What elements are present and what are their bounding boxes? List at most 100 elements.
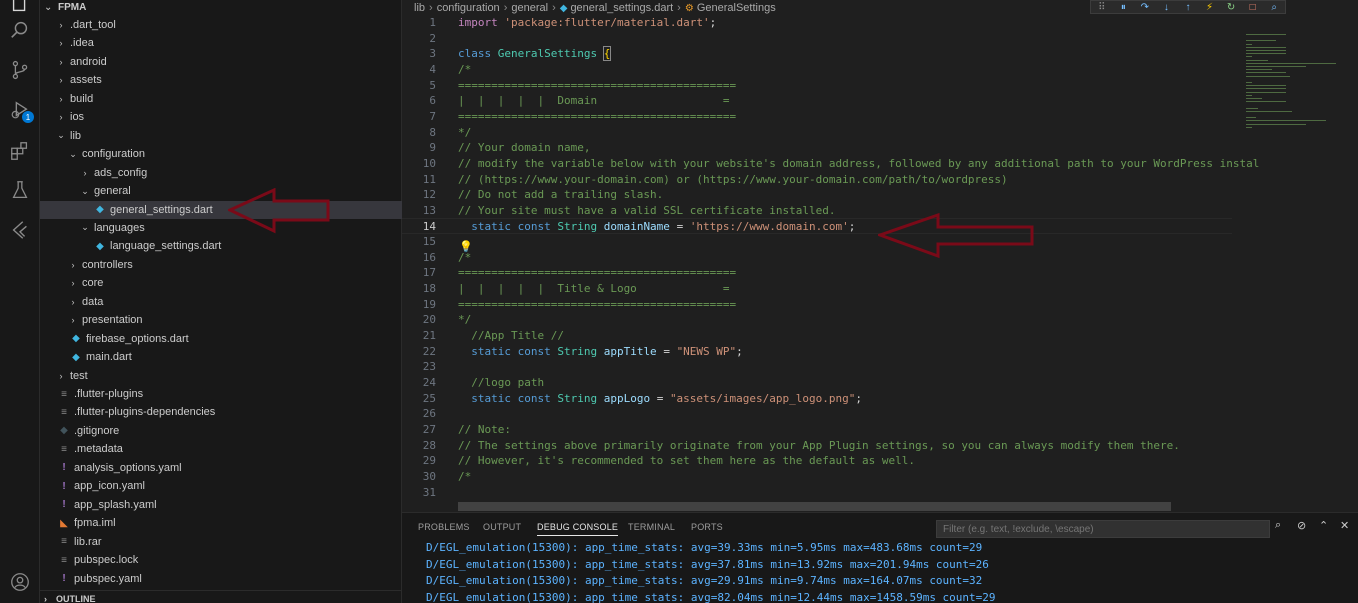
step-over-icon[interactable]: ↷ <box>1138 2 1152 13</box>
search-icon[interactable] <box>8 18 32 42</box>
close-panel-icon[interactable]: ✕ <box>1340 519 1349 532</box>
code-line[interactable]: 15 <box>402 234 1232 250</box>
folder-item[interactable]: › ios <box>40 108 402 126</box>
code-line[interactable]: 11 // (https://www.your-domain.com) or (h… <box>402 172 1232 188</box>
explorer-icon[interactable] <box>8 0 32 16</box>
account-icon[interactable] <box>8 570 32 594</box>
clear-console-icon[interactable]: ⊘ <box>1297 519 1306 532</box>
folder-item[interactable]: › presentation <box>40 311 402 329</box>
folder-item[interactable]: › controllers <box>40 256 402 274</box>
restart-icon[interactable]: ↻ <box>1224 2 1238 13</box>
code-line[interactable]: 17 ======================================… <box>402 265 1232 281</box>
folder-item[interactable]: › ads_config <box>40 164 402 182</box>
code-line[interactable]: 1 import 'package:flutter/material.dart'; <box>402 15 1232 31</box>
code-line[interactable]: 31 <box>402 485 1232 501</box>
devtools-icon[interactable]: ⌕ <box>1267 2 1281 13</box>
console-filter-input[interactable] <box>936 520 1270 538</box>
code-line[interactable]: 22 static const String appTitle = "NEWS … <box>402 344 1232 360</box>
maximize-panel-icon[interactable]: ⌃ <box>1319 519 1328 532</box>
outline-section-header[interactable]: › OUTLINE <box>40 590 401 603</box>
file-item[interactable]: ◆ main.dart <box>40 348 402 366</box>
code-line[interactable]: 29 // However, it's recommended to set th… <box>402 453 1232 469</box>
source-control-icon[interactable] <box>8 58 32 82</box>
folder-item[interactable]: ⌄ lib <box>40 127 402 145</box>
breadcrumb-item[interactable]: lib <box>414 2 425 14</box>
hot-reload-icon[interactable]: ⚡ <box>1203 2 1217 13</box>
explorer-root-header[interactable]: ⌄ FPMA <box>40 0 401 16</box>
code-line[interactable]: 23 <box>402 359 1232 375</box>
folder-item[interactable]: › test <box>40 367 402 385</box>
extensions-icon[interactable] <box>8 139 32 163</box>
file-item[interactable]: ≡ lib.rar <box>40 533 402 551</box>
folder-item[interactable]: › android <box>40 53 402 71</box>
folder-item[interactable]: ⌄ general <box>40 182 402 200</box>
tab-ports[interactable]: PORTS <box>691 522 723 532</box>
lightbulb-icon[interactable]: 💡 <box>459 240 473 253</box>
drag-handle-icon[interactable]: ⠿ <box>1095 2 1109 13</box>
breadcrumb-item[interactable]: GeneralSettings <box>697 2 776 14</box>
code-line[interactable]: 19 ======================================… <box>402 297 1232 313</box>
breadcrumb-item[interactable]: general <box>511 2 548 14</box>
file-item[interactable]: ≡ pubspec.lock <box>40 551 402 569</box>
folder-item[interactable]: › assets <box>40 71 402 89</box>
file-item[interactable]: ≡ .flutter-plugins-dependencies <box>40 403 402 421</box>
folder-item[interactable]: › .dart_tool <box>40 16 402 34</box>
file-item[interactable]: ! app_splash.yaml <box>40 496 402 514</box>
code-line[interactable]: 27 // Note: <box>402 422 1232 438</box>
code-line[interactable]: 20 */ <box>402 312 1232 328</box>
folder-item[interactable]: › .idea <box>40 34 402 52</box>
stop-icon[interactable]: □ <box>1246 2 1260 13</box>
code-line[interactable]: 5 =======================================… <box>402 78 1232 94</box>
code-line[interactable]: 9 // Your domain name, <box>402 140 1232 156</box>
folder-item[interactable]: ⌄ configuration <box>40 145 402 163</box>
run-debug-icon[interactable]: 1 <box>8 98 34 123</box>
file-item[interactable]: ◆ .gitignore <box>40 422 402 440</box>
tab-debug-console[interactable]: DEBUG CONSOLE <box>537 522 619 536</box>
code-line[interactable]: 4 /* <box>402 62 1232 78</box>
folder-item[interactable]: ⌄ languages <box>40 219 402 237</box>
breadcrumb-item[interactable]: general_settings.dart <box>570 2 673 14</box>
code-line[interactable]: 14 static const String domainName = 'htt… <box>402 218 1232 235</box>
code-line[interactable]: 30 /* <box>402 469 1232 485</box>
code-line[interactable]: 21 //App Title // <box>402 328 1232 344</box>
minimap[interactable] <box>1232 16 1344 512</box>
code-line[interactable]: 24 //logo path <box>402 375 1232 391</box>
tab-terminal[interactable]: TERMINAL <box>628 522 675 532</box>
code-line[interactable]: 7 =======================================… <box>402 109 1232 125</box>
code-line[interactable]: 8 */ <box>402 125 1232 141</box>
folder-item[interactable]: › core <box>40 274 402 292</box>
code-line[interactable]: 25 static const String appLogo = "assets… <box>402 391 1232 407</box>
code-line[interactable]: 12 // Do not add a trailing slash. <box>402 187 1232 203</box>
step-into-icon[interactable]: ↓ <box>1159 2 1173 13</box>
file-item[interactable]: ≡ .flutter-plugins <box>40 385 402 403</box>
file-item[interactable]: ◆ language_settings.dart <box>40 237 402 255</box>
file-item[interactable]: ! analysis_options.yaml <box>40 459 402 477</box>
file-item[interactable]: ◆ general_settings.dart <box>40 200 402 219</box>
file-item[interactable]: ! pubspec.yaml <box>40 570 402 588</box>
breadcrumb-item[interactable]: configuration <box>437 2 500 14</box>
folder-item[interactable]: › build <box>40 90 402 108</box>
pause-icon[interactable]: ⏸ <box>1116 2 1130 13</box>
horizontal-scrollbar[interactable] <box>458 502 1171 511</box>
folder-item[interactable]: › data <box>40 293 402 311</box>
tab-problems[interactable]: PROBLEMS <box>418 522 470 532</box>
code-line[interactable]: 26 <box>402 406 1232 422</box>
yaml-file-icon: ! <box>62 573 66 584</box>
flutter-icon[interactable] <box>8 218 32 242</box>
file-item[interactable]: ◣ fpma.iml <box>40 514 402 532</box>
code-line[interactable]: 13 // Your site must have a valid SSL cer… <box>402 203 1232 219</box>
code-line[interactable]: 18 | | | | | Title & Logo = <box>402 281 1232 297</box>
code-line[interactable]: 28 // The settings above primarily origin… <box>402 438 1232 454</box>
file-item[interactable]: ≡ .metadata <box>40 440 402 458</box>
code-line[interactable]: 3 class GeneralSettings { <box>402 46 1232 62</box>
code-line[interactable]: 6 | | | | | Domain = <box>402 93 1232 109</box>
tab-output[interactable]: OUTPUT <box>483 522 521 532</box>
file-item[interactable]: ! app_icon.yaml <box>40 477 402 495</box>
code-line[interactable]: 2 <box>402 31 1232 47</box>
file-item[interactable]: ◆ firebase_options.dart <box>40 330 402 348</box>
testing-icon[interactable] <box>8 178 32 202</box>
code-line[interactable]: 10 // modify the variable below with your… <box>402 156 1260 172</box>
step-out-icon[interactable]: ↑ <box>1181 2 1195 13</box>
search-icon[interactable]: ⌕ <box>1275 519 1281 532</box>
code-line[interactable]: 16/* <box>402 250 1232 266</box>
